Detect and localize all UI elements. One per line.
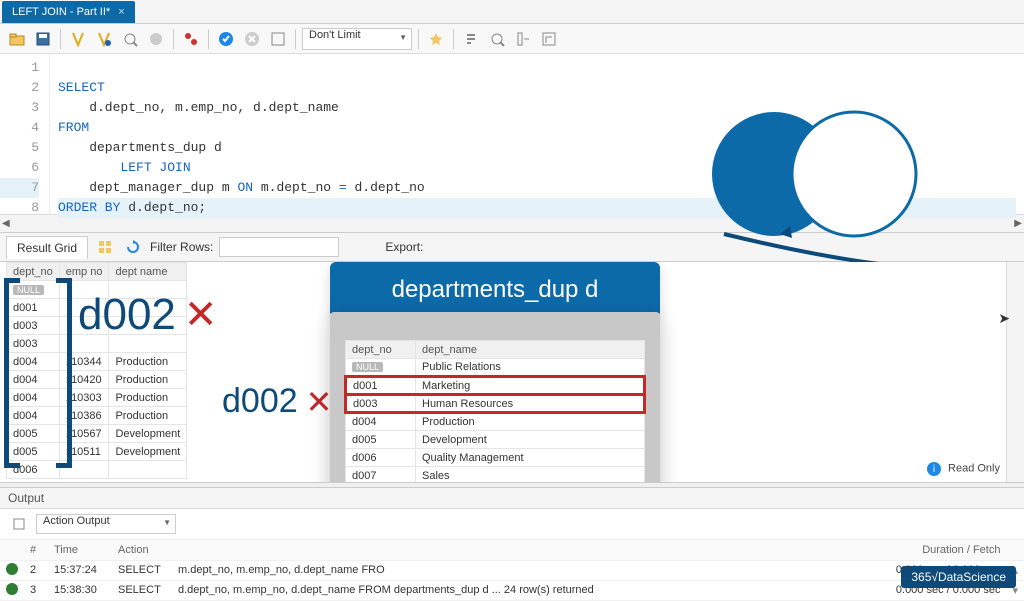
info-icon: i (927, 462, 941, 476)
table-row: d004110303Production (7, 389, 187, 407)
save-icon[interactable] (32, 28, 54, 50)
snippets-icon[interactable] (538, 28, 560, 50)
record-icon[interactable] (180, 28, 202, 50)
scroll-left-icon[interactable]: ◀ (2, 218, 10, 229)
table-row: d004110420Production (7, 371, 187, 389)
close-icon[interactable]: × (118, 6, 124, 18)
log-row[interactable]: 2 15:37:24 SELECT m.dept_no, m.emp_no, d… (0, 560, 1024, 580)
tab-title: LEFT JOIN - Part II* (12, 6, 110, 18)
stop-icon[interactable] (145, 28, 167, 50)
cursor-icon: ➤ (998, 310, 1010, 327)
bracket-annotation (4, 278, 20, 468)
sql-editor[interactable]: 1 2 3 4 5 6 7 8 SELECT d.dept_no, m.emp_… (0, 54, 1024, 214)
explain-icon[interactable] (119, 28, 141, 50)
table-row: d005110567Development (7, 425, 187, 443)
output-controls: Action Output (0, 509, 1024, 540)
table-row: d004110386Production (7, 407, 187, 425)
editor-toolbar: Don't Limit (0, 24, 1024, 54)
output-log: # Time Action Duration / Fetch 2 15:37:2… (0, 540, 1024, 601)
execute-current-icon[interactable] (93, 28, 115, 50)
commit-icon[interactable] (215, 28, 237, 50)
annotation-missing-d002-side: d002 ✕ (222, 382, 332, 421)
file-tab[interactable]: LEFT JOIN - Part II* × (2, 1, 135, 23)
line-gutter: 1 2 3 4 5 6 7 8 (0, 54, 50, 214)
overlay-table: dept_no dept_name NULLPublic Relations d… (344, 340, 646, 482)
autocommit-icon[interactable] (267, 28, 289, 50)
beautify-icon[interactable] (425, 28, 447, 50)
x-icon: ✕ (184, 292, 218, 338)
success-icon (6, 563, 18, 575)
invisible-chars-icon[interactable] (486, 28, 508, 50)
output-mode-select[interactable]: Action Output (36, 514, 176, 534)
overlay-departments-dup: departments_dup d dept_no dept_name NULL… (330, 262, 660, 482)
tab-bar: LEFT JOIN - Part II* × (0, 0, 1024, 24)
output-menu-icon[interactable] (8, 513, 30, 535)
col-dept-name[interactable]: dept name (109, 263, 187, 281)
log-row[interactable]: 3 15:38:30 SELECT d.dept_no, m.emp_no, d… (0, 580, 1024, 600)
wrap-icon[interactable] (512, 28, 534, 50)
execute-icon[interactable] (67, 28, 89, 50)
venn-diagram-icon (694, 104, 954, 274)
results-pane: dept_no emp no dept name NULL d001 d003 … (0, 262, 1024, 482)
success-icon (6, 583, 18, 595)
rollback-icon[interactable] (241, 28, 263, 50)
brand-badge: 365√DataScience (901, 566, 1016, 588)
overlay-title: departments_dup d (330, 262, 660, 318)
table-row: d006 (7, 461, 187, 479)
table-row: d005110511Development (7, 443, 187, 461)
annotation-missing-d002: d002 ✕ (78, 290, 217, 340)
limit-rows-select[interactable]: Don't Limit (302, 28, 412, 50)
x-icon: ✕ (306, 383, 333, 421)
bracket-annotation-right (56, 278, 72, 468)
open-file-icon[interactable] (6, 28, 28, 50)
table-row: d004110344Production (7, 353, 187, 371)
find-icon[interactable] (460, 28, 482, 50)
output-header: Output (0, 488, 1024, 509)
readonly-indicator: i Read Only (927, 462, 1000, 476)
grid-side-toolbar[interactable] (1006, 262, 1024, 482)
